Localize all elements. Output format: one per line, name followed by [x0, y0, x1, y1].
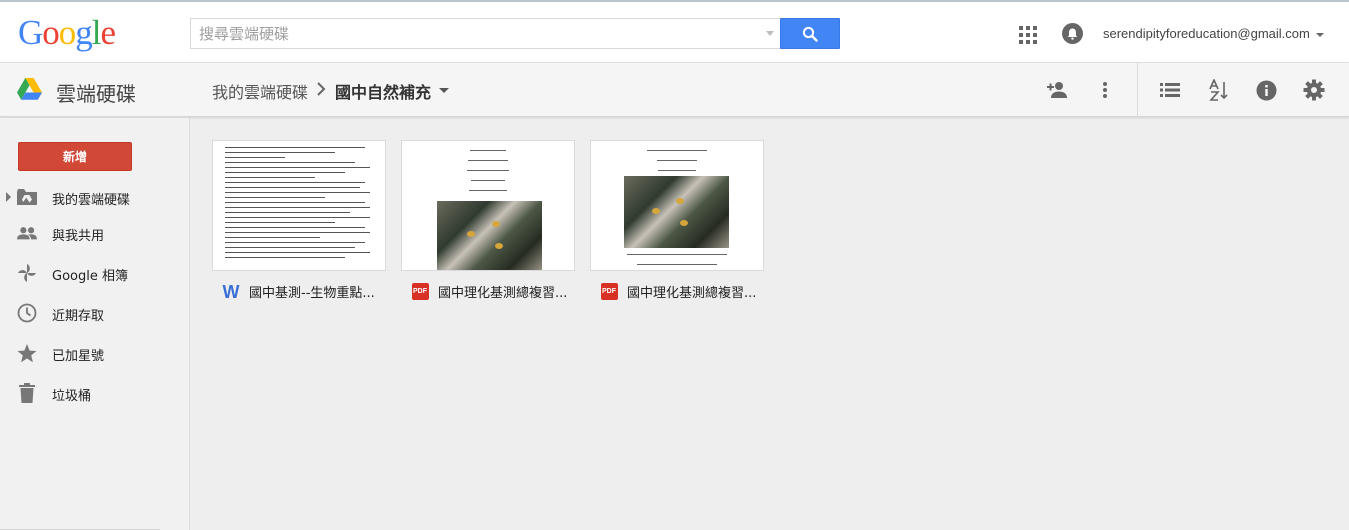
- file-card[interactable]: W 國中基測--生物重點...: [212, 140, 386, 312]
- sidebar-item-starred[interactable]: 已加星號: [0, 336, 190, 370]
- logo-letter: l: [91, 13, 102, 52]
- sidebar-item-my-drive[interactable]: 我的雲端硬碟: [0, 180, 190, 214]
- account-chevron-down-icon[interactable]: [1316, 33, 1324, 37]
- file-name: 國中理化基測總複習...: [627, 286, 757, 301]
- pdf-preview-lines: [591, 141, 763, 171]
- file-type-label: PDF: [600, 283, 618, 300]
- pdf-preview-photo: [437, 201, 542, 270]
- pdf-preview-footer-lines: [591, 245, 763, 265]
- logo-letter: o: [42, 13, 59, 52]
- sort-az-icon: [1209, 79, 1228, 101]
- search-button[interactable]: [780, 18, 840, 49]
- sidebar-item-label: 近期存取: [52, 309, 105, 324]
- sidebar: 新增 我的雲端硬碟 與我共用 Google 相簿 近期存取 已加星號 垃圾桶: [0, 118, 190, 530]
- pdf-preview-lines: [402, 141, 574, 191]
- file-info-row[interactable]: W 國中基測--生物重點...: [212, 271, 386, 312]
- more-vert-icon: [1103, 82, 1107, 98]
- breadcrumb-current-folder[interactable]: 國中自然補充: [335, 79, 431, 103]
- folder-menu-chevron-down-icon[interactable]: [439, 88, 449, 93]
- gear-icon: [1303, 79, 1325, 101]
- apps-grid-icon[interactable]: [1019, 26, 1037, 44]
- pdf-icon: PDF: [600, 283, 618, 301]
- logo-letter: G: [18, 13, 43, 52]
- more-actions-button[interactable]: [1092, 77, 1118, 103]
- sidebar-item-recent[interactable]: 近期存取: [0, 296, 190, 330]
- file-thumbnail[interactable]: [212, 140, 386, 271]
- logo-letter: o: [58, 13, 76, 52]
- search-box: [190, 18, 781, 49]
- google-photos-icon: [17, 263, 37, 283]
- document-preview-lines: [225, 143, 375, 258]
- file-name: 國中理化基測總複習...: [438, 286, 568, 301]
- sidebar-item-label: 垃圾桶: [52, 389, 92, 404]
- top-bar: Google serendipityforeducation@gmail.com: [0, 0, 1349, 63]
- file-info-row[interactable]: PDF 國中理化基測總複習...: [590, 271, 764, 312]
- notifications-bell-icon[interactable]: [1062, 23, 1083, 44]
- drive-toolbar: 雲端硬碟 我的雲端硬碟 國中自然補充: [0, 63, 1349, 117]
- sidebar-item-label: 我的雲端硬碟: [52, 193, 131, 208]
- shared-with-me-icon: [17, 223, 37, 243]
- info-icon: [1256, 80, 1276, 100]
- file-card[interactable]: PDF 國中理化基測總複習...: [401, 140, 575, 312]
- sidebar-item-label: 已加星號: [52, 349, 105, 364]
- toolbar-divider: [1137, 63, 1138, 117]
- recent-clock-icon: [17, 303, 37, 323]
- google-drive-logo-icon[interactable]: [17, 78, 42, 100]
- pdf-icon: PDF: [411, 283, 429, 301]
- star-icon: [17, 343, 37, 363]
- sidebar-item-label: Google 相簿: [52, 269, 128, 284]
- list-view-button[interactable]: [1157, 77, 1183, 103]
- account-email[interactable]: serendipityforeducation@gmail.com: [1103, 26, 1310, 41]
- bell-icon: [1067, 28, 1078, 40]
- file-name: 國中基測--生物重點...: [249, 286, 375, 301]
- new-button[interactable]: 新增: [18, 142, 132, 171]
- logo-letter: e: [100, 13, 117, 52]
- file-info-row[interactable]: PDF 國中理化基測總複習...: [401, 271, 575, 312]
- list-view-icon: [1160, 83, 1180, 97]
- breadcrumb-chevron-right-icon: [317, 82, 326, 96]
- add-person-icon: [1047, 82, 1067, 98]
- my-drive-icon: [17, 187, 37, 207]
- expand-arrow-icon[interactable]: [6, 192, 11, 202]
- file-thumbnail[interactable]: [401, 140, 575, 271]
- sidebar-item-shared-with-me[interactable]: 與我共用: [0, 216, 190, 250]
- sidebar-item-trash[interactable]: 垃圾桶: [0, 376, 190, 410]
- details-info-button[interactable]: [1253, 77, 1279, 103]
- word-doc-icon: W: [222, 283, 240, 301]
- share-add-person-button[interactable]: [1044, 77, 1070, 103]
- file-thumbnail[interactable]: [590, 140, 764, 271]
- sidebar-item-google-photos[interactable]: Google 相簿: [0, 256, 190, 290]
- file-card[interactable]: PDF 國中理化基測總複習...: [590, 140, 764, 312]
- file-type-label: W: [222, 281, 240, 302]
- sidebar-item-label: 與我共用: [52, 229, 105, 244]
- sort-options-button[interactable]: [1205, 77, 1231, 103]
- logo-letter: g: [75, 13, 92, 52]
- search-icon: [802, 26, 818, 42]
- google-logo[interactable]: Google: [18, 13, 117, 52]
- drive-app-title[interactable]: 雲端硬碟: [56, 78, 136, 107]
- breadcrumb-my-drive[interactable]: 我的雲端硬碟: [212, 79, 308, 103]
- pdf-preview-photo: [624, 176, 729, 248]
- trash-icon: [17, 383, 37, 403]
- search-input[interactable]: [191, 19, 751, 48]
- file-type-label: PDF: [411, 283, 429, 300]
- settings-button[interactable]: [1301, 77, 1327, 103]
- search-options-chevron-icon[interactable]: [766, 31, 774, 36]
